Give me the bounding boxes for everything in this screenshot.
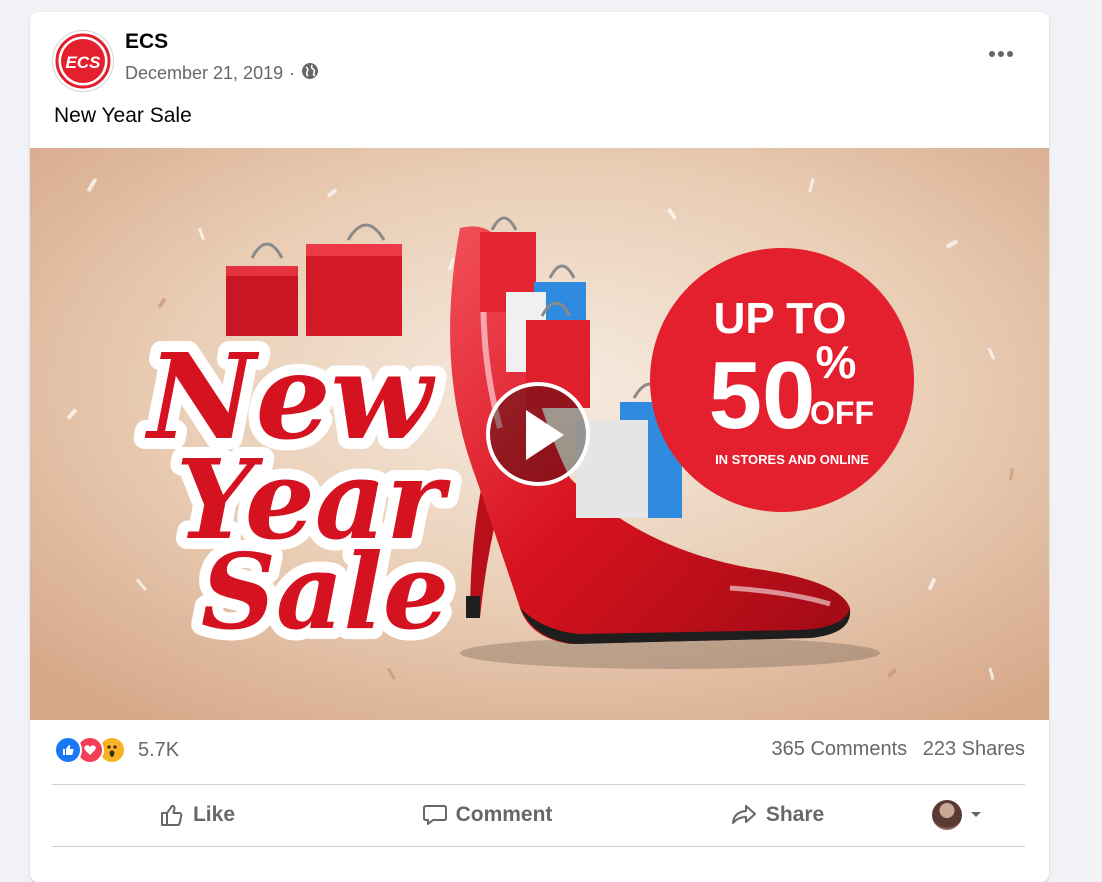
divider-bottom <box>52 846 1025 847</box>
action-bar: Like Comment Share <box>52 784 1025 846</box>
comment-icon <box>422 805 447 825</box>
logo-text: ECS <box>66 53 102 72</box>
more-horizontal-icon <box>989 51 1013 57</box>
discount-badge: UP TO 50 % OFF IN STORES AND ONLINE <box>650 248 914 512</box>
post-text: New Year Sale <box>54 104 192 127</box>
like-reaction-icon <box>54 736 82 764</box>
engagement-counts: 365 Comments 223 Shares <box>772 738 1025 761</box>
comment-button[interactable]: Comment <box>342 787 632 843</box>
script-word-sale-fill: Sale <box>201 530 449 653</box>
post-as-selector[interactable] <box>922 800 982 830</box>
post-stats: 5.7K 365 Comments 223 Shares <box>54 734 1025 770</box>
ecs-logo: ECS <box>55 33 111 89</box>
post-card: ECS ECS December 21, 2019 · New Year Sal… <box>30 12 1049 882</box>
reactions-summary[interactable]: 5.7K <box>54 736 179 764</box>
post-date[interactable]: December 21, 2019 <box>125 63 283 84</box>
post-meta: December 21, 2019 · <box>125 62 319 85</box>
shares-count[interactable]: 223 Shares <box>923 738 1025 760</box>
share-icon <box>731 805 756 824</box>
comment-label: Comment <box>455 803 553 826</box>
viewer-avatar <box>932 800 962 830</box>
badge-percent: 50 <box>709 342 816 449</box>
badge-off: OFF <box>810 395 874 431</box>
share-label: Share <box>765 803 825 826</box>
badge-subtext: IN STORES AND ONLINE <box>715 452 869 467</box>
page-avatar[interactable]: ECS <box>52 30 114 92</box>
more-options-button[interactable] <box>983 42 1019 66</box>
comments-count[interactable]: 365 Comments <box>772 738 908 760</box>
share-button[interactable]: Share <box>632 787 922 843</box>
video-player[interactable]: New New Year Year Sale Sale UP TO 50 % O… <box>30 148 1049 720</box>
like-label: Like <box>192 803 236 826</box>
thumbs-up-icon <box>160 804 183 826</box>
play-icon[interactable] <box>486 382 590 486</box>
badge-percent-sign: % <box>816 336 857 388</box>
chevron-down-icon <box>971 812 981 817</box>
meta-separator: · <box>289 63 296 83</box>
globe-icon <box>301 62 319 85</box>
reaction-count: 5.7K <box>138 738 180 761</box>
like-button[interactable]: Like <box>52 787 342 843</box>
page-name[interactable]: ECS <box>125 30 168 54</box>
